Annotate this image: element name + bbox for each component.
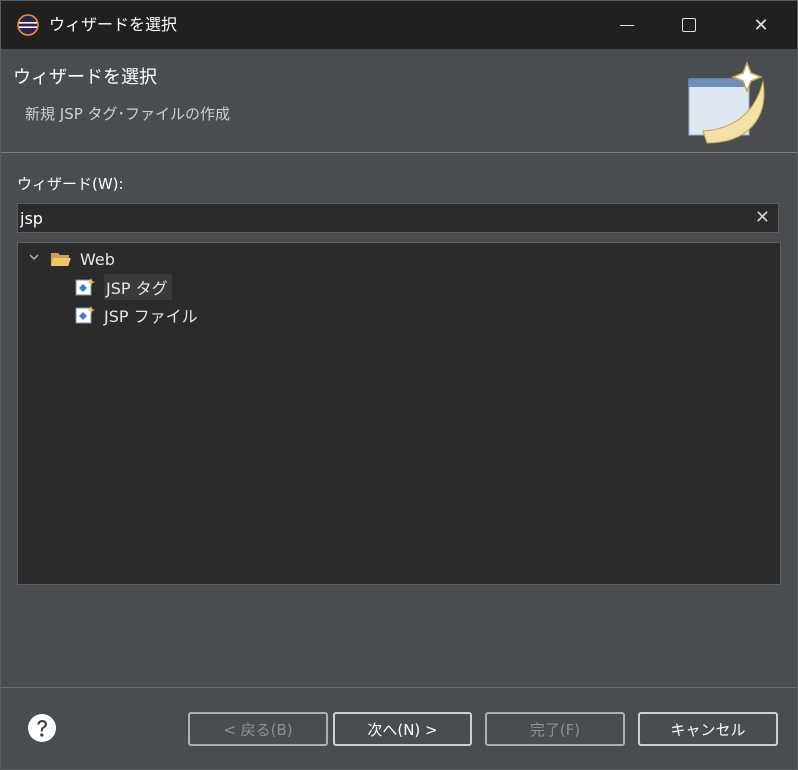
wizard-dialog: ウィザードを選択 ✕ ウィザードを選択 新規 JSP タグ･ファイルの作成 ウィ…	[0, 0, 798, 770]
tree-item-jsp-tag[interactable]: JSP タグ	[74, 274, 172, 300]
folder-open-icon	[51, 253, 71, 266]
footer-separator	[1, 687, 797, 688]
help-icon[interactable]	[27, 713, 57, 743]
wizard-filter-field[interactable]: ✕	[17, 203, 779, 233]
chevron-down-icon[interactable]	[26, 251, 42, 267]
maximize-icon	[682, 18, 696, 32]
next-button[interactable]: 次へ(N) >	[333, 712, 472, 746]
tree-item-jsp-file[interactable]: JSP ファイル	[74, 302, 198, 328]
maximize-button[interactable]	[663, 1, 715, 49]
wizard-tree[interactable]: Web JSP タグ JSP ファイル	[17, 242, 781, 585]
clear-filter-icon[interactable]: ✕	[755, 207, 770, 228]
finish-button[interactable]: 完了(F)	[485, 712, 625, 746]
tree-item-label: JSP ファイル	[104, 307, 198, 326]
header-separator	[1, 152, 797, 153]
tree-item-label: JSP タグ	[104, 274, 172, 300]
minimize-icon	[620, 24, 634, 26]
jsp-file-icon	[75, 278, 95, 296]
header-title: ウィザードを選択	[13, 67, 157, 88]
minimize-button[interactable]	[601, 1, 653, 49]
wizard-header: ウィザードを選択 新規 JSP タグ･ファイルの作成	[1, 49, 797, 152]
wizard-banner-icon	[688, 60, 765, 144]
close-icon: ✕	[753, 14, 769, 36]
wizard-filter-input[interactable]	[20, 206, 750, 230]
cancel-button[interactable]: キャンセル	[638, 712, 778, 746]
tree-item-web[interactable]: Web	[26, 246, 115, 272]
jsp-file-icon	[75, 306, 95, 324]
window-title: ウィザードを選択	[49, 15, 178, 34]
wizards-label: ウィザード(W):	[17, 175, 124, 193]
close-button[interactable]: ✕	[735, 1, 787, 49]
tree-item-label: Web	[80, 249, 115, 269]
title-bar[interactable]: ウィザードを選択 ✕	[1, 1, 797, 49]
back-button[interactable]: < 戻る(B)	[188, 712, 328, 746]
eclipse-icon	[17, 14, 39, 36]
header-subtitle: 新規 JSP タグ･ファイルの作成	[25, 105, 231, 123]
